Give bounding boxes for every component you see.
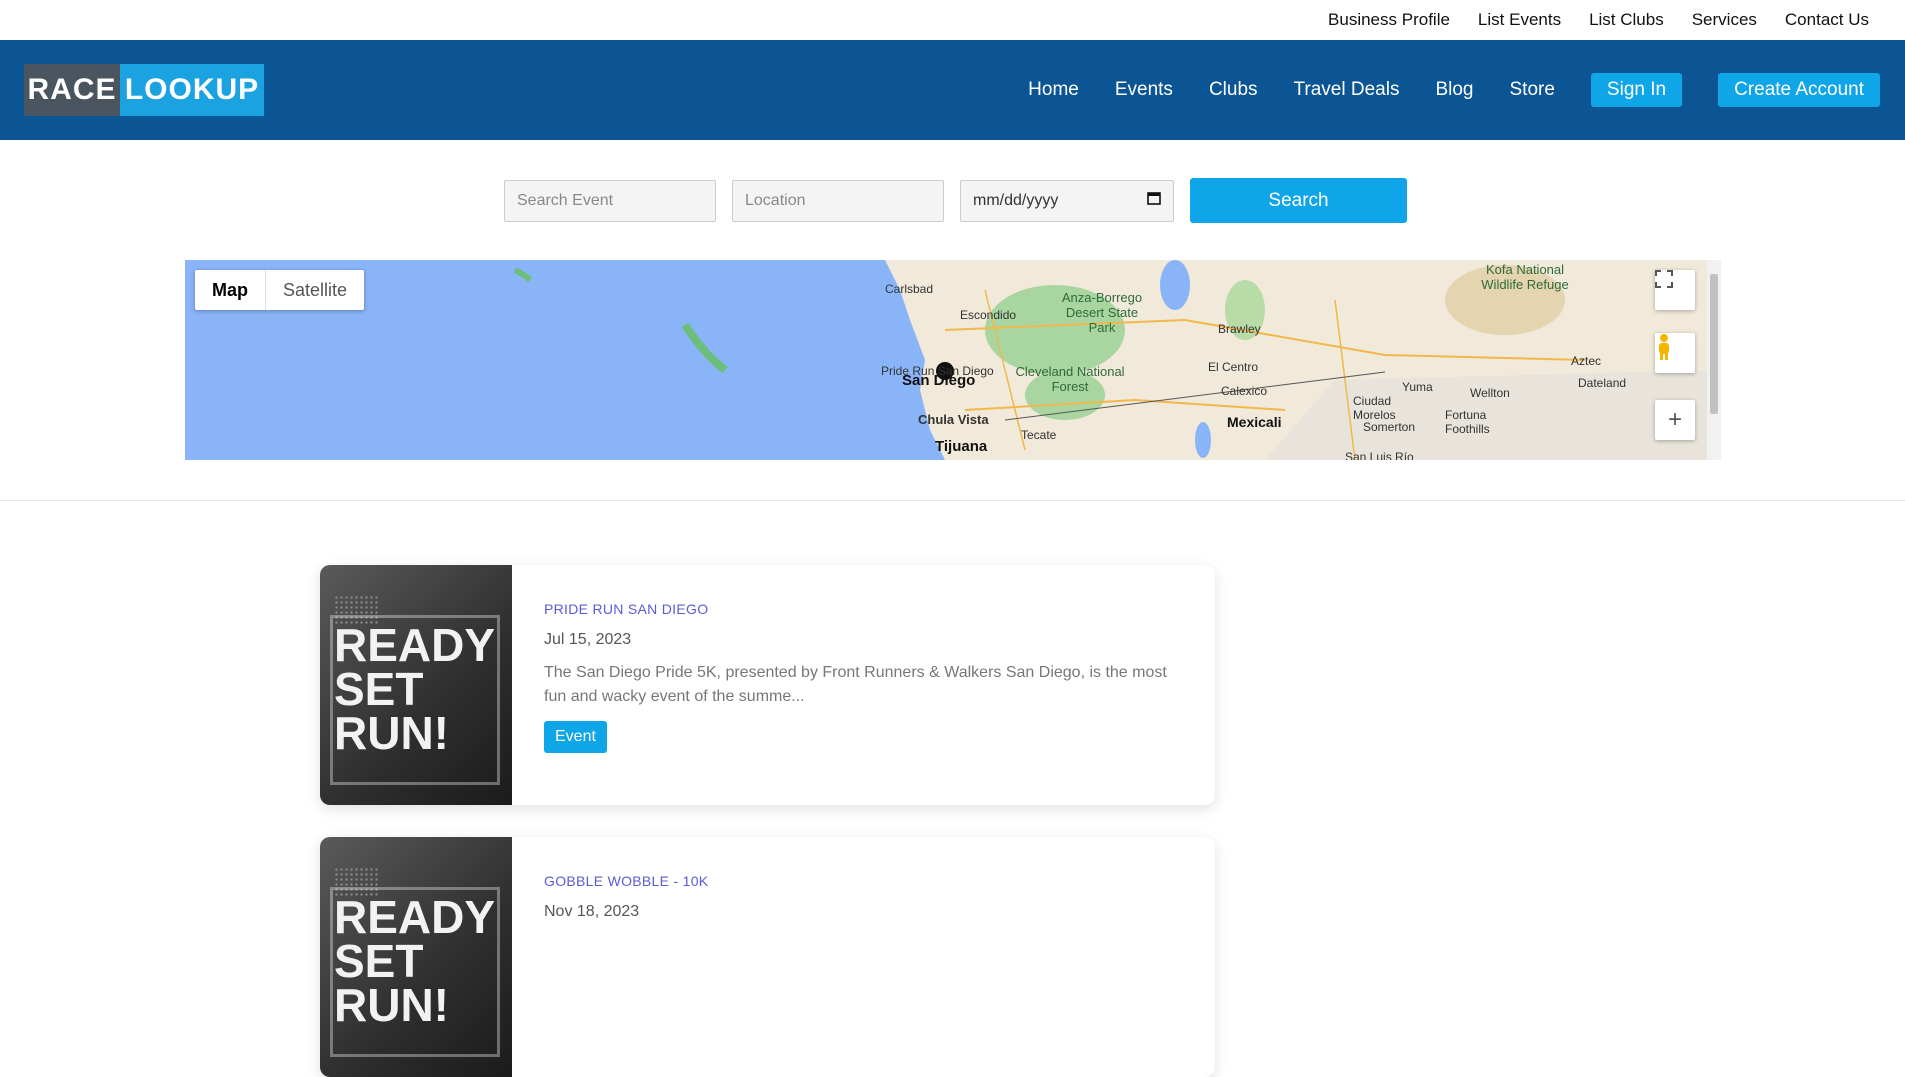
main-header: RACE LOOKUP Home Events Clubs Travel Dea… (0, 40, 1905, 140)
map-label-escondido: Escondido (960, 308, 1017, 322)
create-account-button[interactable]: Create Account (1718, 73, 1880, 107)
nav-home[interactable]: Home (1028, 79, 1079, 101)
event-image[interactable]: READY SET RUN! (320, 837, 512, 1077)
business-profile-link[interactable]: Business Profile (1328, 10, 1450, 30)
search-button[interactable]: Search (1190, 178, 1407, 223)
map[interactable]: Carlsbad Escondido Anza-Borrego Desert S… (185, 260, 1721, 460)
event-image-text: READY SET RUN! (334, 619, 496, 759)
sign-in-button[interactable]: Sign In (1590, 73, 1683, 107)
utility-nav: Business Profile List Events List Clubs … (0, 0, 1905, 40)
date-input[interactable]: mm/dd/yyyy (960, 179, 1174, 222)
map-label-tijuana: Tijuana (935, 438, 988, 455)
map-label-ciudad-morelos: Ciudad Morelos (1353, 394, 1396, 422)
event-card-body: PRIDE RUN SAN DIEGO Jul 15, 2023 The San… (544, 601, 1185, 753)
event-description: The San Diego Pride 5K, presented by Fro… (544, 664, 1167, 705)
event-date: Nov 18, 2023 (544, 903, 640, 920)
logo-left-text: RACE (24, 64, 120, 116)
map-type-map[interactable]: Map (195, 270, 266, 310)
map-type-toggle: Map Satellite (195, 270, 365, 310)
main-nav: Home Events Clubs Travel Deals Blog Stor… (992, 73, 1880, 107)
map-label-aztec: Aztec (1571, 354, 1602, 368)
map-label-yuma: Yuma (1402, 380, 1433, 394)
map-type-satellite[interactable]: Satellite (266, 270, 364, 310)
event-date: Jul 15, 2023 (544, 631, 632, 648)
map-label-el-centro: El Centro (1208, 360, 1259, 374)
services-link[interactable]: Services (1692, 10, 1757, 30)
map-label-wellton: Wellton (1470, 386, 1510, 400)
event-image-text: READY SET RUN! (334, 891, 496, 1031)
street-view-pegman-icon[interactable] (1655, 333, 1695, 373)
zoom-in-icon[interactable]: + (1655, 400, 1695, 440)
event-type-button[interactable]: Event (544, 721, 607, 753)
map-label-san-luis: San Luis Río (1345, 450, 1414, 460)
nav-events[interactable]: Events (1115, 79, 1173, 101)
logo-right-text: LOOKUP (120, 64, 264, 116)
map-label-calexico: Calexico (1221, 384, 1268, 398)
section-divider (0, 500, 1905, 501)
site-logo[interactable]: RACE LOOKUP (24, 64, 264, 116)
map-label-anza-borrego: Anza-Borrego Desert State Park (1061, 290, 1143, 335)
map-scrollbar[interactable] (1707, 260, 1721, 460)
nav-travel-deals[interactable]: Travel Deals (1294, 79, 1400, 101)
map-label-fortuna: Fortuna Foothills (1445, 408, 1490, 436)
date-placeholder: mm/dd/yyyy (973, 191, 1059, 209)
map-label-san-diego: San Diego (902, 372, 976, 389)
event-image[interactable]: READY SET RUN! (320, 565, 512, 805)
map-label-dateland: Dateland (1578, 376, 1627, 390)
map-label-cleveland-nf: Cleveland National Forest (1015, 364, 1125, 394)
list-clubs-link[interactable]: List Clubs (1589, 10, 1664, 30)
map-label-somerton: Somerton (1363, 420, 1416, 434)
map-label-carlsbad: Carlsbad (885, 282, 934, 296)
map-label-chula-vista: Chula Vista (918, 412, 989, 427)
map-label-tecate: Tecate (1021, 428, 1057, 442)
contact-us-link[interactable]: Contact Us (1785, 10, 1869, 30)
event-card[interactable]: READY SET RUN! PRIDE RUN SAN DIEGO Jul 15,… (320, 565, 1215, 805)
map-label-kofa: Kofa National Wildlife Refuge (1481, 262, 1569, 292)
search-event-input[interactable]: Search Event (504, 179, 716, 222)
fullscreen-icon[interactable] (1655, 270, 1695, 310)
event-title[interactable]: GOBBLE WOBBLE - 10K (544, 873, 1185, 889)
location-input[interactable]: Location (732, 179, 944, 222)
list-events-link[interactable]: List Events (1478, 10, 1561, 30)
search-bar: Search Event Location mm/dd/yyyy Search (504, 178, 1407, 223)
event-title[interactable]: PRIDE RUN SAN DIEGO (544, 601, 1185, 617)
map-label-mexicali: Mexicali (1227, 414, 1282, 430)
map-label-brawley: Brawley (1218, 322, 1261, 336)
event-card[interactable]: READY SET RUN! GOBBLE WOBBLE - 10K Nov 18,… (320, 837, 1215, 1077)
nav-blog[interactable]: Blog (1435, 79, 1473, 101)
nav-store[interactable]: Store (1510, 79, 1555, 101)
event-card-body: GOBBLE WOBBLE - 10K Nov 18, 2023 (544, 873, 1185, 921)
map-scrollbar-thumb[interactable] (1710, 274, 1718, 414)
calendar-icon[interactable] (1147, 191, 1161, 210)
nav-clubs[interactable]: Clubs (1209, 79, 1258, 101)
